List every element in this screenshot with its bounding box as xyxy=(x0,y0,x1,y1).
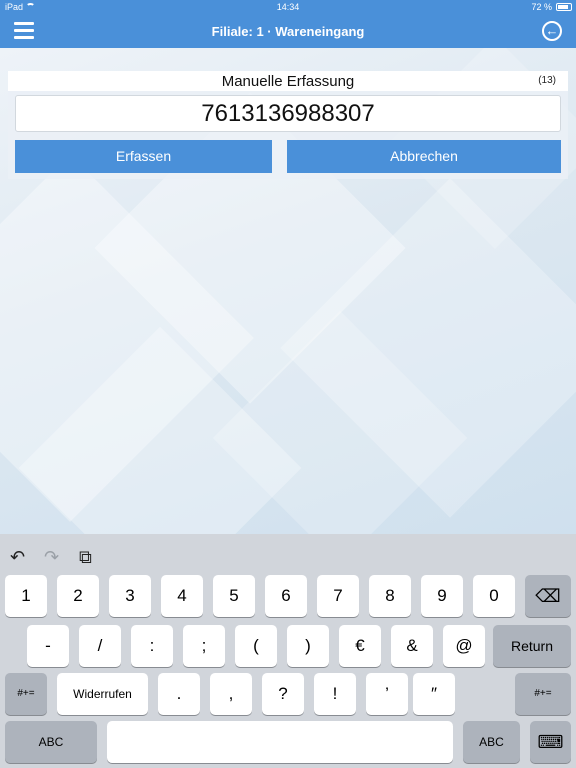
redo-icon[interactable]: ↷ xyxy=(44,547,59,568)
key-4[interactable]: 4 xyxy=(161,575,203,617)
key-at[interactable]: @ xyxy=(443,625,485,667)
key-paren-close[interactable]: ) xyxy=(287,625,329,667)
key-period[interactable]: . xyxy=(158,673,200,715)
key-3[interactable]: 3 xyxy=(109,575,151,617)
battery-icon xyxy=(556,3,572,11)
key-paren-open[interactable]: ( xyxy=(235,625,277,667)
status-time: 14:34 xyxy=(276,2,300,12)
page-title: Filiale: 1 · Wareneingang xyxy=(211,24,365,39)
barcode-input[interactable] xyxy=(15,95,561,132)
backspace-icon[interactable]: ⌫ xyxy=(525,575,571,617)
symbols-key-right[interactable]: #+= xyxy=(515,673,571,715)
abc-key-right[interactable]: ABC xyxy=(463,721,520,763)
key-colon[interactable]: : xyxy=(131,625,173,667)
key-exclamation[interactable]: ! xyxy=(314,673,356,715)
panel-count: (13) xyxy=(538,75,556,86)
key-apostrophe[interactable]: ’ xyxy=(366,673,408,715)
manual-entry-panel: Manuelle Erfassung (13) Erfassen Abbrech… xyxy=(8,71,568,179)
keyboard: ↶ ↷ ⧉ 1 2 3 4 5 6 7 8 9 0 ⌫ - / : ; ( ) … xyxy=(0,534,576,768)
hide-keyboard-icon[interactable]: ⌨ xyxy=(530,721,571,763)
key-2[interactable]: 2 xyxy=(57,575,99,617)
abc-key-left[interactable]: ABC xyxy=(5,721,97,763)
key-5[interactable]: 5 xyxy=(213,575,255,617)
key-question[interactable]: ? xyxy=(262,673,304,715)
panel-title: Manuelle Erfassung xyxy=(221,73,355,90)
key-7[interactable]: 7 xyxy=(317,575,359,617)
submit-button[interactable]: Erfassen xyxy=(15,140,272,173)
cancel-button[interactable]: Abbrechen xyxy=(287,140,561,173)
return-key[interactable]: Return xyxy=(493,625,571,667)
key-comma[interactable]: , xyxy=(210,673,252,715)
undo-icon[interactable]: ↶ xyxy=(10,547,25,568)
nav-bar: Filiale: 1 · Wareneingang ← xyxy=(0,14,576,48)
key-ampersand[interactable]: & xyxy=(391,625,433,667)
battery-percent: 72 % xyxy=(531,2,552,12)
key-slash[interactable]: / xyxy=(79,625,121,667)
back-circle-icon[interactable]: ← xyxy=(542,21,562,41)
paste-icon[interactable]: ⧉ xyxy=(79,547,92,568)
key-9[interactable]: 9 xyxy=(421,575,463,617)
panel-header: Manuelle Erfassung (13) xyxy=(8,71,568,91)
key-6[interactable]: 6 xyxy=(265,575,307,617)
undo-key[interactable]: Widerrufen xyxy=(57,673,148,715)
key-1[interactable]: 1 xyxy=(5,575,47,617)
key-euro[interactable]: € xyxy=(339,625,381,667)
space-key[interactable] xyxy=(107,721,453,763)
symbols-key-left[interactable]: #+= xyxy=(5,673,47,715)
key-8[interactable]: 8 xyxy=(369,575,411,617)
key-minus[interactable]: - xyxy=(27,625,69,667)
status-bar: iPad 14:34 72 % xyxy=(0,0,576,14)
key-semicolon[interactable]: ; xyxy=(183,625,225,667)
key-double-prime[interactable]: ″ xyxy=(413,673,455,715)
key-0[interactable]: 0 xyxy=(473,575,515,617)
